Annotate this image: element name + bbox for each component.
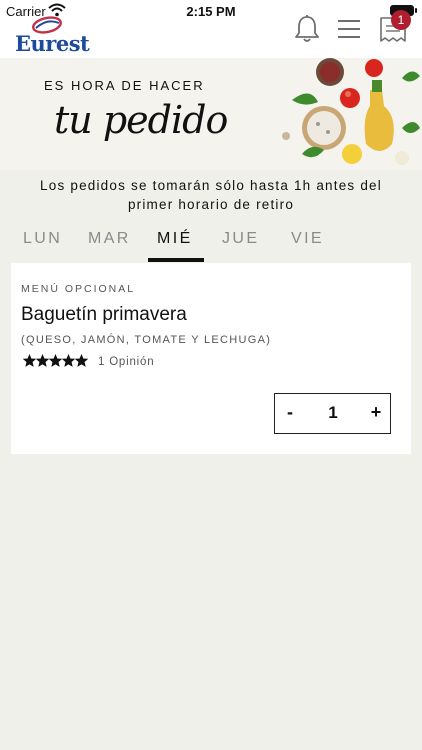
star-icon xyxy=(36,354,49,367)
day-tabs: LUN MAR MIÉ JUE VIE xyxy=(0,224,422,264)
reviews-link[interactable]: 1 Opinión xyxy=(98,356,154,368)
item-category: MENÚ OPCIONAL xyxy=(21,283,136,295)
hamburger-menu-icon[interactable] xyxy=(338,20,360,38)
eurest-logo[interactable]: Eurest xyxy=(12,14,90,56)
logo-text: Eurest xyxy=(15,31,90,56)
active-tab-indicator xyxy=(148,258,204,262)
banner-kicker: ES HORA DE HACER xyxy=(44,78,205,93)
star-icon xyxy=(62,354,75,367)
decrease-quantity-button[interactable]: - xyxy=(281,402,299,424)
rating-stars[interactable] xyxy=(23,354,88,368)
promo-banner: ES HORA DE HACER tu pedido xyxy=(0,58,422,170)
bell-icon[interactable] xyxy=(293,14,321,44)
order-cutoff-notice: Los pedidos se tomarán sólo hasta 1h ant… xyxy=(10,176,412,214)
star-icon xyxy=(23,354,36,367)
tab-lun[interactable]: LUN xyxy=(23,230,62,248)
quantity-stepper: - + xyxy=(274,393,391,434)
notice-line-2: primer horario de retiro xyxy=(127,197,295,212)
star-icon xyxy=(49,354,62,367)
item-title[interactable]: Baguetín primavera xyxy=(21,304,187,326)
ingredients-illustration xyxy=(252,58,422,170)
star-icon xyxy=(75,354,88,367)
notice-line-1: Los pedidos se tomarán sólo hasta 1h ant… xyxy=(40,178,382,193)
increase-quantity-button[interactable]: + xyxy=(367,402,385,424)
quantity-input[interactable] xyxy=(313,403,353,423)
tab-vie[interactable]: VIE xyxy=(291,230,324,248)
tab-mar[interactable]: MAR xyxy=(88,230,131,248)
menu-item-card: MENÚ OPCIONAL Baguetín primavera (QUESO,… xyxy=(11,263,411,454)
banner-script-title: tu pedido xyxy=(54,98,228,142)
item-description: (QUESO, JAMÓN, TOMATE Y LECHUGA) xyxy=(21,334,272,346)
cart-count-badge: 1 xyxy=(391,10,411,30)
tab-mie[interactable]: MIÉ xyxy=(157,230,193,248)
tab-jue[interactable]: JUE xyxy=(222,230,259,248)
app-header: Carrier 2:15 PM Eurest 1 xyxy=(0,0,422,58)
